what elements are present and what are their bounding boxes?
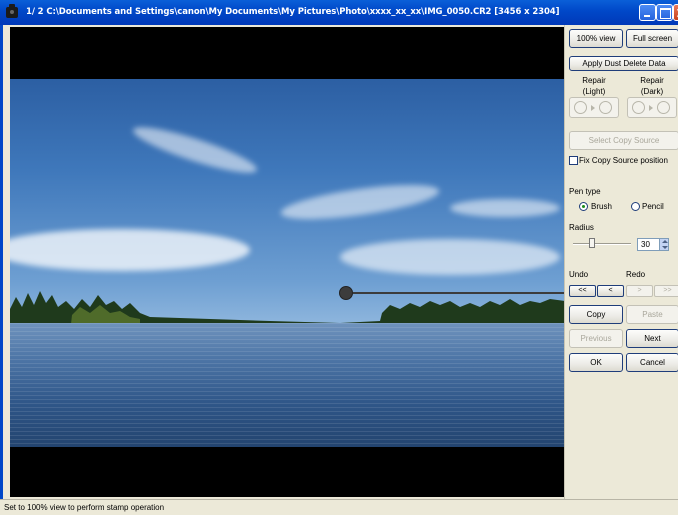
source-circle-icon [574, 101, 587, 114]
lake-water [10, 323, 565, 447]
repair-light-button[interactable] [569, 97, 619, 118]
radius-label: Radius [569, 223, 594, 232]
source-circle-icon [632, 101, 645, 114]
status-text: Set to 100% view to perform stamp operat… [4, 503, 165, 512]
paste-button[interactable]: Paste [626, 305, 678, 324]
target-circle-icon [657, 101, 670, 114]
maximize-button[interactable] [656, 4, 673, 21]
lake-photo[interactable] [10, 79, 565, 447]
fix-copy-source-label: Fix Copy Source position [579, 156, 668, 165]
target-circle-icon [599, 101, 612, 114]
undo-label: Undo [569, 270, 589, 279]
radius-spinner[interactable] [659, 238, 669, 251]
redo-label: Redo [626, 270, 646, 279]
minimize-button[interactable] [639, 4, 656, 21]
apply-dust-delete-button[interactable]: Apply Dust Delete Data [569, 56, 678, 71]
copy-button[interactable]: Copy [569, 305, 623, 324]
ok-button[interactable]: OK [569, 353, 623, 372]
fix-copy-source-checkbox[interactable] [569, 156, 578, 165]
image-viewer [0, 25, 565, 499]
radius-slider-thumb[interactable] [589, 238, 595, 248]
previous-button[interactable]: Previous [569, 329, 623, 348]
cloud [278, 177, 442, 227]
brush-label: Brush [591, 202, 612, 211]
undo-all-button[interactable]: << [569, 285, 596, 297]
repair-dark-button[interactable] [627, 97, 677, 118]
pencil-radio[interactable] [631, 202, 640, 211]
image-canvas[interactable] [10, 27, 565, 497]
close-button[interactable] [673, 4, 678, 21]
pencil-label: Pencil [642, 202, 664, 211]
cloud [10, 229, 250, 271]
cloud [340, 239, 560, 275]
cursor-guide-line [353, 292, 565, 294]
cloud [450, 199, 560, 217]
brush-radio[interactable] [579, 202, 588, 211]
status-bar: Set to 100% view to perform stamp operat… [0, 499, 678, 515]
camera-icon [6, 4, 18, 18]
title-bar: 1/ 2 C:\Documents and Settings\canon\My … [0, 0, 678, 25]
redo-all-button[interactable]: >> [654, 285, 678, 297]
redo-button[interactable]: > [626, 285, 653, 297]
pen-type-label: Pen type [569, 187, 601, 196]
full-screen-button[interactable]: Full screen [626, 29, 678, 48]
arrow-right-icon [649, 105, 653, 111]
select-copy-source-button[interactable]: Select Copy Source [569, 131, 678, 150]
next-button[interactable]: Next [626, 329, 678, 348]
radius-slider[interactable] [573, 243, 631, 245]
cloud [129, 119, 261, 181]
stamp-cursor [339, 286, 353, 300]
window-title: 1/ 2 C:\Documents and Settings\canon\My … [26, 7, 560, 17]
arrow-right-icon [591, 105, 595, 111]
undo-button[interactable]: < [597, 285, 624, 297]
cancel-button[interactable]: Cancel [626, 353, 678, 372]
full-view-button[interactable]: 100% view [569, 29, 623, 48]
tool-panel: 100% view Full screen Apply Dust Delete … [564, 25, 678, 499]
repair-dark-label: Repair (Dark) [640, 76, 664, 96]
repair-light-label: Repair (Light) [582, 76, 606, 96]
